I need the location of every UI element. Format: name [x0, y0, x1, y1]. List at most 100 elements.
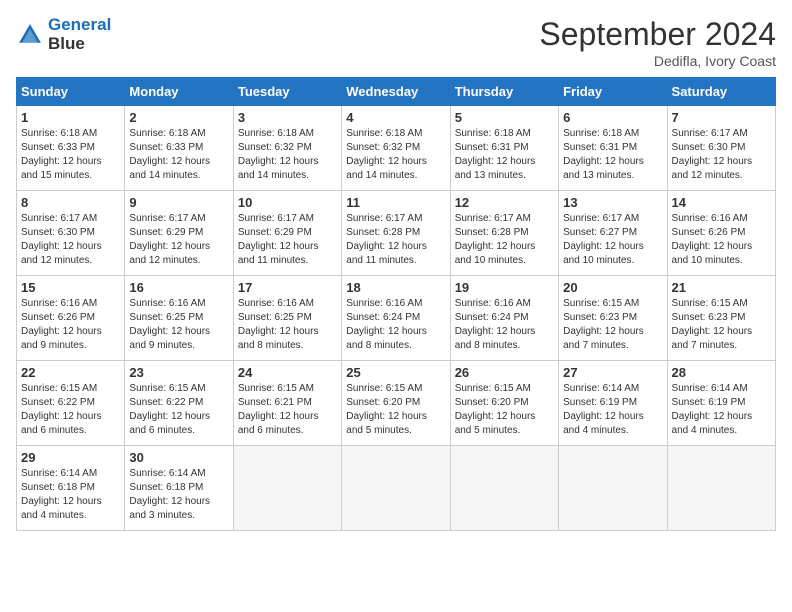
- calendar-cell: 14 Sunrise: 6:16 AM Sunset: 6:26 PM Dayl…: [667, 191, 775, 276]
- day-number: 16: [129, 280, 228, 295]
- day-number: 11: [346, 195, 445, 210]
- calendar-cell: 18 Sunrise: 6:16 AM Sunset: 6:24 PM Dayl…: [342, 276, 450, 361]
- week-row-4: 22 Sunrise: 6:15 AM Sunset: 6:22 PM Dayl…: [17, 361, 776, 446]
- calendar-cell: 6 Sunrise: 6:18 AM Sunset: 6:31 PM Dayli…: [559, 106, 667, 191]
- week-row-1: 1 Sunrise: 6:18 AM Sunset: 6:33 PM Dayli…: [17, 106, 776, 191]
- cell-info: Sunrise: 6:17 AM Sunset: 6:29 PM Dayligh…: [238, 212, 337, 268]
- title-block: September 2024 Dedifla, Ivory Coast: [539, 16, 776, 69]
- cell-info: Sunrise: 6:14 AM Sunset: 6:18 PM Dayligh…: [129, 467, 228, 523]
- day-number: 23: [129, 365, 228, 380]
- cell-info: Sunrise: 6:18 AM Sunset: 6:31 PM Dayligh…: [455, 127, 554, 183]
- logo-icon: [16, 21, 44, 49]
- day-number: 21: [672, 280, 771, 295]
- day-number: 27: [563, 365, 662, 380]
- col-header-monday: Monday: [125, 78, 233, 106]
- day-number: 26: [455, 365, 554, 380]
- cell-info: Sunrise: 6:18 AM Sunset: 6:33 PM Dayligh…: [21, 127, 120, 183]
- cell-info: Sunrise: 6:16 AM Sunset: 6:24 PM Dayligh…: [455, 297, 554, 353]
- col-header-tuesday: Tuesday: [233, 78, 341, 106]
- calendar-cell: 26 Sunrise: 6:15 AM Sunset: 6:20 PM Dayl…: [450, 361, 558, 446]
- calendar-cell: 2 Sunrise: 6:18 AM Sunset: 6:33 PM Dayli…: [125, 106, 233, 191]
- week-row-3: 15 Sunrise: 6:16 AM Sunset: 6:26 PM Dayl…: [17, 276, 776, 361]
- cell-info: Sunrise: 6:15 AM Sunset: 6:21 PM Dayligh…: [238, 382, 337, 438]
- calendar-cell: 17 Sunrise: 6:16 AM Sunset: 6:25 PM Dayl…: [233, 276, 341, 361]
- logo-text-blue: Blue: [48, 35, 111, 54]
- calendar-cell: [450, 446, 558, 531]
- day-number: 1: [21, 110, 120, 125]
- day-number: 19: [455, 280, 554, 295]
- day-number: 12: [455, 195, 554, 210]
- day-number: 9: [129, 195, 228, 210]
- cell-info: Sunrise: 6:18 AM Sunset: 6:33 PM Dayligh…: [129, 127, 228, 183]
- calendar-cell: 1 Sunrise: 6:18 AM Sunset: 6:33 PM Dayli…: [17, 106, 125, 191]
- day-number: 18: [346, 280, 445, 295]
- calendar-cell: 10 Sunrise: 6:17 AM Sunset: 6:29 PM Dayl…: [233, 191, 341, 276]
- calendar-cell: 9 Sunrise: 6:17 AM Sunset: 6:29 PM Dayli…: [125, 191, 233, 276]
- cell-info: Sunrise: 6:16 AM Sunset: 6:26 PM Dayligh…: [672, 212, 771, 268]
- cell-info: Sunrise: 6:14 AM Sunset: 6:19 PM Dayligh…: [672, 382, 771, 438]
- calendar-cell: 7 Sunrise: 6:17 AM Sunset: 6:30 PM Dayli…: [667, 106, 775, 191]
- day-number: 14: [672, 195, 771, 210]
- col-header-wednesday: Wednesday: [342, 78, 450, 106]
- day-number: 4: [346, 110, 445, 125]
- cell-info: Sunrise: 6:17 AM Sunset: 6:28 PM Dayligh…: [346, 212, 445, 268]
- col-header-sunday: Sunday: [17, 78, 125, 106]
- cell-info: Sunrise: 6:17 AM Sunset: 6:30 PM Dayligh…: [672, 127, 771, 183]
- calendar-cell: 30 Sunrise: 6:14 AM Sunset: 6:18 PM Dayl…: [125, 446, 233, 531]
- page-header: General Blue September 2024 Dedifla, Ivo…: [16, 16, 776, 69]
- calendar-cell: 16 Sunrise: 6:16 AM Sunset: 6:25 PM Dayl…: [125, 276, 233, 361]
- day-number: 24: [238, 365, 337, 380]
- calendar-cell: 20 Sunrise: 6:15 AM Sunset: 6:23 PM Dayl…: [559, 276, 667, 361]
- col-header-saturday: Saturday: [667, 78, 775, 106]
- cell-info: Sunrise: 6:18 AM Sunset: 6:32 PM Dayligh…: [238, 127, 337, 183]
- day-number: 17: [238, 280, 337, 295]
- cell-info: Sunrise: 6:15 AM Sunset: 6:22 PM Dayligh…: [129, 382, 228, 438]
- cell-info: Sunrise: 6:17 AM Sunset: 6:28 PM Dayligh…: [455, 212, 554, 268]
- logo: General Blue: [16, 16, 111, 53]
- calendar-cell: 24 Sunrise: 6:15 AM Sunset: 6:21 PM Dayl…: [233, 361, 341, 446]
- cell-info: Sunrise: 6:16 AM Sunset: 6:25 PM Dayligh…: [129, 297, 228, 353]
- calendar-cell: [233, 446, 341, 531]
- day-number: 30: [129, 450, 228, 465]
- day-number: 3: [238, 110, 337, 125]
- cell-info: Sunrise: 6:17 AM Sunset: 6:27 PM Dayligh…: [563, 212, 662, 268]
- day-number: 28: [672, 365, 771, 380]
- week-row-2: 8 Sunrise: 6:17 AM Sunset: 6:30 PM Dayli…: [17, 191, 776, 276]
- cell-info: Sunrise: 6:15 AM Sunset: 6:23 PM Dayligh…: [563, 297, 662, 353]
- cell-info: Sunrise: 6:17 AM Sunset: 6:30 PM Dayligh…: [21, 212, 120, 268]
- calendar-cell: 3 Sunrise: 6:18 AM Sunset: 6:32 PM Dayli…: [233, 106, 341, 191]
- cell-info: Sunrise: 6:18 AM Sunset: 6:31 PM Dayligh…: [563, 127, 662, 183]
- calendar-cell: 27 Sunrise: 6:14 AM Sunset: 6:19 PM Dayl…: [559, 361, 667, 446]
- cell-info: Sunrise: 6:16 AM Sunset: 6:24 PM Dayligh…: [346, 297, 445, 353]
- calendar-cell: 5 Sunrise: 6:18 AM Sunset: 6:31 PM Dayli…: [450, 106, 558, 191]
- calendar-cell: [559, 446, 667, 531]
- calendar-cell: 21 Sunrise: 6:15 AM Sunset: 6:23 PM Dayl…: [667, 276, 775, 361]
- location-text: Dedifla, Ivory Coast: [539, 53, 776, 69]
- day-number: 29: [21, 450, 120, 465]
- cell-info: Sunrise: 6:17 AM Sunset: 6:29 PM Dayligh…: [129, 212, 228, 268]
- day-number: 13: [563, 195, 662, 210]
- day-number: 15: [21, 280, 120, 295]
- day-number: 10: [238, 195, 337, 210]
- month-title: September 2024: [539, 16, 776, 53]
- cell-info: Sunrise: 6:14 AM Sunset: 6:18 PM Dayligh…: [21, 467, 120, 523]
- day-number: 20: [563, 280, 662, 295]
- calendar-cell: 23 Sunrise: 6:15 AM Sunset: 6:22 PM Dayl…: [125, 361, 233, 446]
- header-row: SundayMondayTuesdayWednesdayThursdayFrid…: [17, 78, 776, 106]
- calendar-cell: [342, 446, 450, 531]
- day-number: 25: [346, 365, 445, 380]
- col-header-thursday: Thursday: [450, 78, 558, 106]
- day-number: 5: [455, 110, 554, 125]
- calendar-cell: 29 Sunrise: 6:14 AM Sunset: 6:18 PM Dayl…: [17, 446, 125, 531]
- calendar-cell: 22 Sunrise: 6:15 AM Sunset: 6:22 PM Dayl…: [17, 361, 125, 446]
- calendar-cell: 12 Sunrise: 6:17 AM Sunset: 6:28 PM Dayl…: [450, 191, 558, 276]
- cell-info: Sunrise: 6:18 AM Sunset: 6:32 PM Dayligh…: [346, 127, 445, 183]
- cell-info: Sunrise: 6:15 AM Sunset: 6:23 PM Dayligh…: [672, 297, 771, 353]
- calendar-cell: 19 Sunrise: 6:16 AM Sunset: 6:24 PM Dayl…: [450, 276, 558, 361]
- calendar-cell: 13 Sunrise: 6:17 AM Sunset: 6:27 PM Dayl…: [559, 191, 667, 276]
- cell-info: Sunrise: 6:16 AM Sunset: 6:25 PM Dayligh…: [238, 297, 337, 353]
- day-number: 6: [563, 110, 662, 125]
- day-number: 8: [21, 195, 120, 210]
- calendar-cell: 4 Sunrise: 6:18 AM Sunset: 6:32 PM Dayli…: [342, 106, 450, 191]
- day-number: 22: [21, 365, 120, 380]
